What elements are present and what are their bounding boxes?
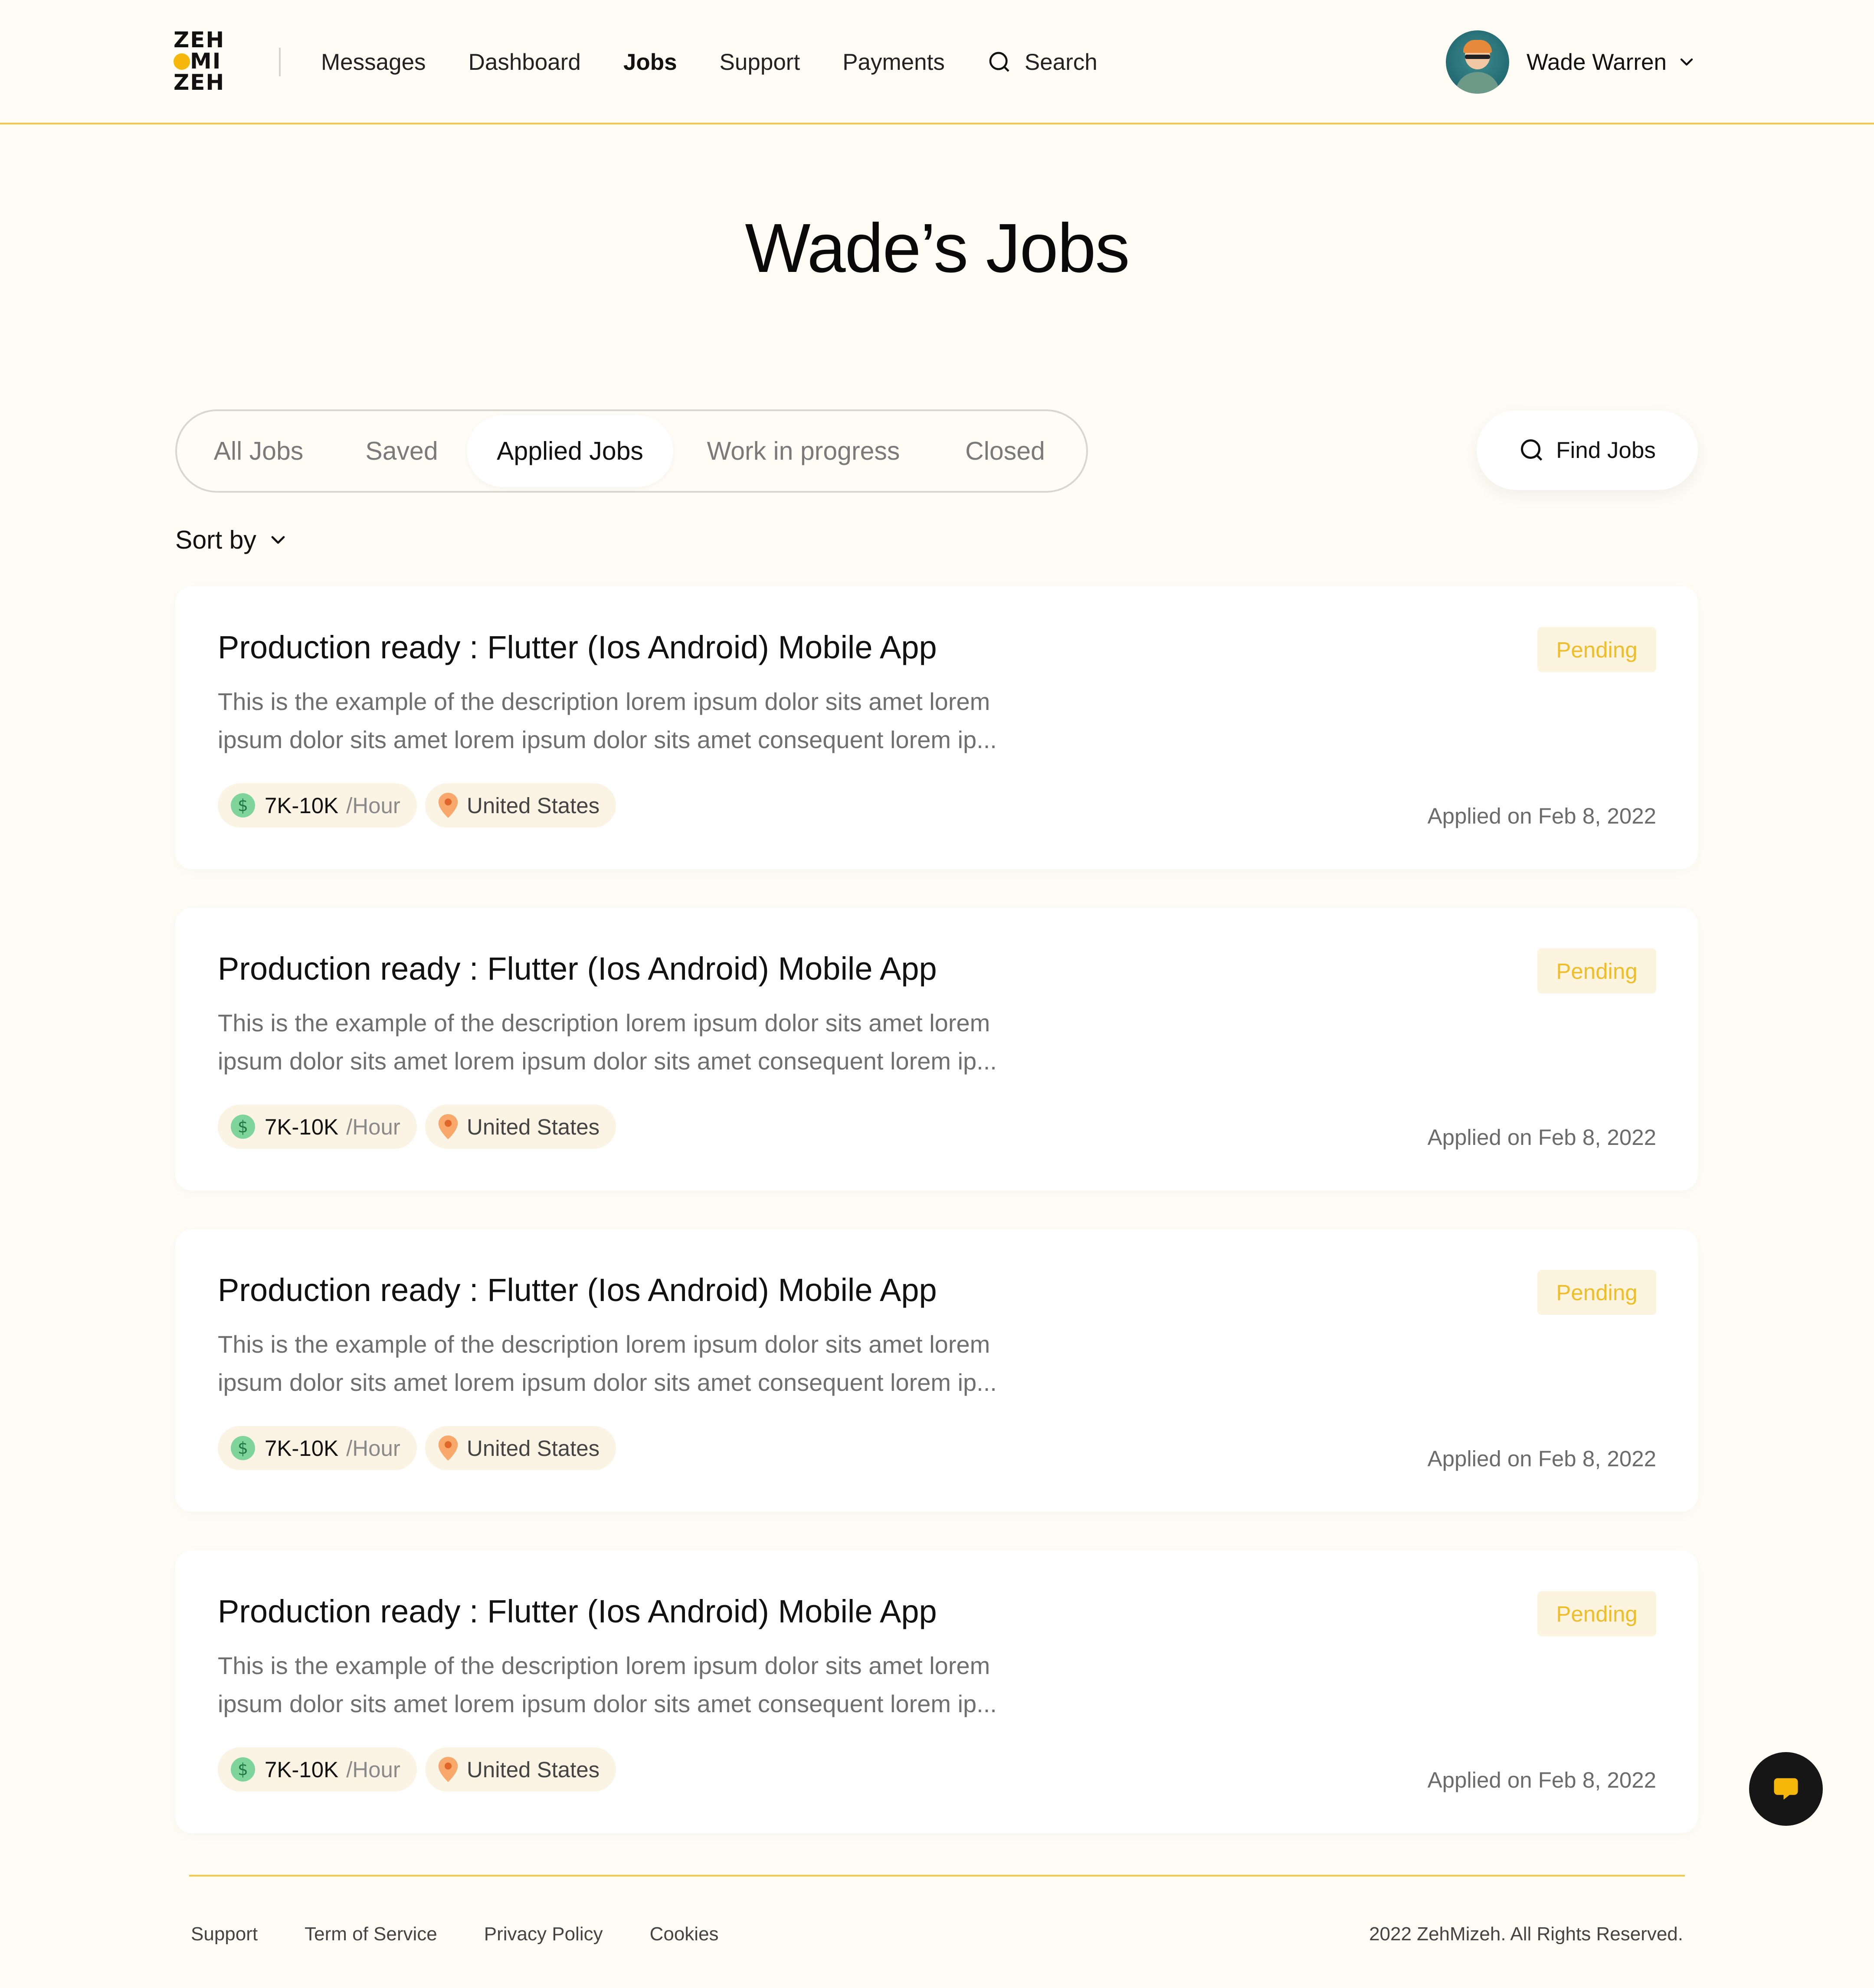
job-description: This is the example of the description l… xyxy=(218,1009,997,1075)
nav-dashboard[interactable]: Dashboard xyxy=(468,49,581,75)
location-pin-icon xyxy=(438,1757,458,1782)
applied-date: Applied on Feb 8, 2022 xyxy=(1427,1125,1656,1150)
job-title[interactable]: Production ready : Flutter (Ios Android)… xyxy=(218,950,937,987)
footer-link-cookies[interactable]: Cookies xyxy=(650,1923,719,1945)
logo-line-3: ZEH xyxy=(174,70,225,95)
chevron-down-icon xyxy=(1680,58,1693,66)
chevron-down-icon xyxy=(271,536,285,544)
job-card[interactable]: Production ready : Flutter (Ios Android)… xyxy=(175,586,1698,869)
tab-all-jobs[interactable]: All Jobs xyxy=(180,415,337,487)
rate-amount: 7K-10K xyxy=(265,1757,339,1782)
job-card[interactable]: Production ready : Flutter (Ios Android)… xyxy=(175,1550,1698,1833)
status-badge: Pending xyxy=(1537,627,1656,672)
job-description: This is the example of the description l… xyxy=(218,688,997,753)
rate-tag: $ 7K-10K /Hour xyxy=(218,1426,417,1470)
logo-divider xyxy=(279,48,281,76)
dollar-icon: $ xyxy=(231,1436,255,1460)
logo-dot xyxy=(174,53,190,70)
nav-search-label: Search xyxy=(1024,49,1098,75)
nav-support[interactable]: Support xyxy=(720,49,800,75)
tab-applied-jobs[interactable]: Applied Jobs xyxy=(467,415,673,487)
status-badge: Pending xyxy=(1537,1270,1656,1315)
rate-amount: 7K-10K xyxy=(265,1435,339,1461)
sort-by-label: Sort by xyxy=(175,526,256,554)
location-pin-icon xyxy=(438,1435,458,1461)
location-tag: United States xyxy=(425,1105,616,1149)
chat-button[interactable] xyxy=(1749,1752,1823,1826)
job-tabs: All Jobs Saved Applied Jobs Work in prog… xyxy=(175,409,1088,493)
search-icon xyxy=(1521,439,1543,461)
chat-bubble-icon xyxy=(1774,1778,1798,1800)
dollar-icon: $ xyxy=(231,1115,255,1139)
user-menu[interactable]: Wade Warren xyxy=(1446,30,1697,94)
dollar-icon: $ xyxy=(231,793,255,817)
location-tag: United States xyxy=(425,1747,616,1792)
applied-date: Applied on Feb 8, 2022 xyxy=(1427,804,1656,828)
footer-divider xyxy=(189,1875,1685,1877)
logo-line-1: ZEH xyxy=(174,27,225,52)
tab-closed[interactable]: Closed xyxy=(934,415,1077,487)
rate-unit: /Hour xyxy=(346,1114,400,1139)
job-card[interactable]: Production ready : Flutter (Ios Android)… xyxy=(175,908,1698,1190)
location-text: United States xyxy=(467,1757,600,1782)
location-tag: United States xyxy=(425,1426,616,1470)
location-text: United States xyxy=(467,1114,600,1139)
avatar xyxy=(1446,30,1509,94)
main-nav: Messages Dashboard Jobs Support Payments… xyxy=(321,43,1098,81)
rate-unit: /Hour xyxy=(346,793,400,818)
nav-jobs[interactable]: Jobs xyxy=(623,49,677,75)
location-tag: United States xyxy=(425,783,616,827)
page-title: Wade’s Jobs xyxy=(745,209,1130,287)
tab-work-in-progress[interactable]: Work in progress xyxy=(673,415,934,487)
footer-link-terms[interactable]: Term of Service xyxy=(305,1923,437,1945)
find-jobs-button[interactable]: Find Jobs xyxy=(1477,410,1698,490)
find-jobs-label: Find Jobs xyxy=(1556,437,1656,463)
job-title[interactable]: Production ready : Flutter (Ios Android)… xyxy=(218,629,937,666)
job-card[interactable]: Production ready : Flutter (Ios Android)… xyxy=(175,1229,1698,1512)
top-navbar: ZEH MI ZEH Messages Dashboard Jobs Suppo… xyxy=(0,0,1874,124)
nav-messages[interactable]: Messages xyxy=(321,49,426,75)
rate-tag: $ 7K-10K /Hour xyxy=(218,1105,417,1149)
rate-tag: $ 7K-10K /Hour xyxy=(218,1747,417,1792)
tab-saved[interactable]: Saved xyxy=(337,415,467,487)
rate-tag: $ 7K-10K /Hour xyxy=(218,783,417,827)
footer-link-privacy[interactable]: Privacy Policy xyxy=(484,1923,603,1945)
nav-search[interactable]: Search xyxy=(987,49,1098,75)
page: ZEH MI ZEH Messages Dashboard Jobs Suppo… xyxy=(0,0,1874,1988)
job-title[interactable]: Production ready : Flutter (Ios Android)… xyxy=(218,1272,937,1308)
location-pin-icon xyxy=(438,793,458,818)
applied-date: Applied on Feb 8, 2022 xyxy=(1427,1768,1656,1792)
rate-unit: /Hour xyxy=(346,1757,400,1782)
footer: Support Term of Service Privacy Policy C… xyxy=(191,1917,1683,1952)
zehmizeh-logo[interactable]: ZEH MI ZEH xyxy=(174,29,239,94)
job-title[interactable]: Production ready : Flutter (Ios Android)… xyxy=(218,1593,937,1630)
location-text: United States xyxy=(467,1435,600,1461)
rate-unit: /Hour xyxy=(346,1435,400,1461)
footer-link-support[interactable]: Support xyxy=(191,1923,258,1945)
location-text: United States xyxy=(467,793,600,818)
dollar-icon: $ xyxy=(231,1757,255,1782)
rate-amount: 7K-10K xyxy=(265,1114,339,1139)
rate-amount: 7K-10K xyxy=(265,793,339,818)
status-badge: Pending xyxy=(1537,1591,1656,1636)
search-icon xyxy=(989,52,1009,72)
user-name: Wade Warren xyxy=(1527,49,1667,75)
avatar-cap xyxy=(1463,40,1492,53)
job-list: Production ready : Flutter (Ios Android)… xyxy=(175,586,1698,1872)
avatar-glasses xyxy=(1465,55,1490,59)
copyright: 2022 ZehMizeh. All Rights Reserved. xyxy=(1369,1923,1683,1945)
job-description: This is the example of the description l… xyxy=(218,1331,997,1396)
status-badge: Pending xyxy=(1537,948,1656,994)
avatar-body xyxy=(1455,72,1500,94)
sort-by-dropdown[interactable]: Sort by xyxy=(175,520,289,559)
logo-line-2: MI xyxy=(174,50,239,72)
nav-payments[interactable]: Payments xyxy=(842,49,945,75)
job-description: This is the example of the description l… xyxy=(218,1652,997,1717)
location-pin-icon xyxy=(438,1114,458,1139)
applied-date: Applied on Feb 8, 2022 xyxy=(1427,1446,1656,1471)
